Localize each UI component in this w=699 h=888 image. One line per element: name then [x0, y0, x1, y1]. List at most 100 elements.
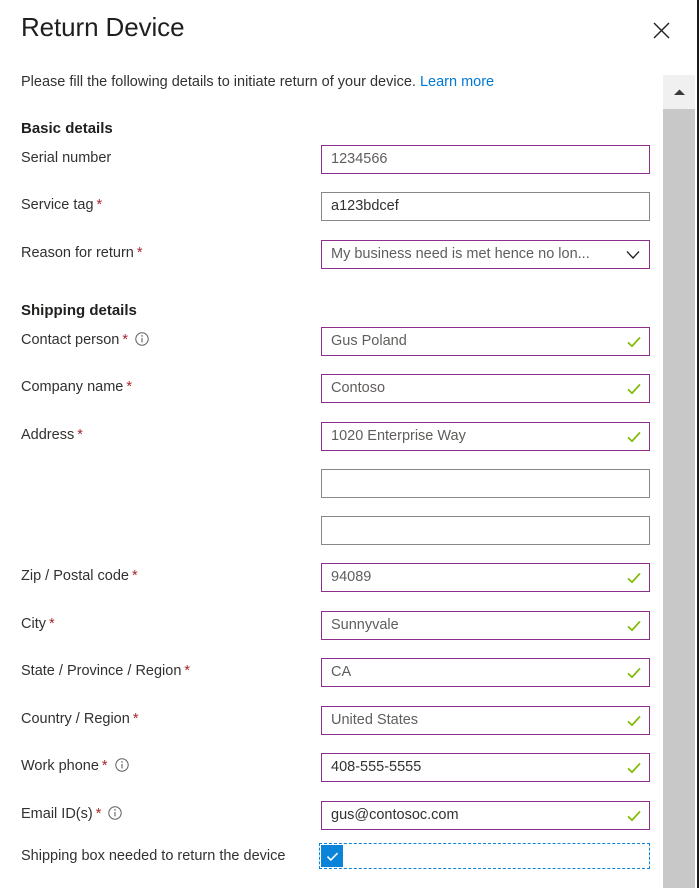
country-region-input[interactable]: United States	[321, 706, 650, 735]
required-asterisk: *	[101, 758, 108, 774]
form-row-service-tag: Service tag * a123bdcef	[0, 192, 697, 222]
shipping-box-checkbox[interactable]	[321, 845, 343, 867]
work-phone-input[interactable]: 408-555-5555	[321, 753, 650, 782]
chevron-up-icon	[673, 88, 686, 97]
required-asterisk: *	[77, 427, 83, 443]
scrollbar-up-button[interactable]	[663, 75, 695, 109]
valid-check-icon	[626, 808, 642, 824]
scrollbar-thumb[interactable]	[663, 109, 695, 888]
address-line3-input[interactable]	[321, 516, 650, 545]
address-line1-input[interactable]: 1020 Enterprise Way	[321, 422, 650, 451]
contact-person-value: Gus Poland	[331, 333, 407, 349]
contact-person-input[interactable]: Gus Poland	[321, 327, 650, 356]
address-line2-input[interactable]	[321, 469, 650, 498]
label-zip-postal-code: Zip / Postal code *	[21, 568, 138, 584]
email-ids-value: gus@contosoc.com	[331, 807, 459, 823]
serial-number-value: 1234566	[331, 151, 388, 167]
return-device-dialog: Return Device Please fill the following …	[0, 0, 699, 888]
required-asterisk: *	[95, 806, 102, 822]
required-asterisk: *	[132, 711, 139, 727]
form-row-serial-number: Serial number 1234566	[0, 145, 697, 175]
label-reason-for-return: Reason for return *	[21, 245, 143, 261]
valid-check-icon	[626, 381, 642, 397]
label-service-tag: Service tag *	[21, 197, 102, 213]
form-row-work-phone: Work phone * 408-555-5555	[0, 753, 697, 783]
state-province-region-value: CA	[331, 664, 352, 680]
form-row-shipping-box: Shipping box needed to return the device	[0, 843, 697, 873]
valid-check-icon	[626, 665, 642, 681]
required-asterisk: *	[48, 616, 55, 632]
form-row-country-region: Country / Region * United States	[0, 706, 697, 736]
label-text: Address	[21, 427, 75, 443]
label-text: Reason for return	[21, 245, 134, 261]
checkmark-icon	[325, 849, 340, 864]
required-asterisk: *	[126, 379, 133, 395]
required-asterisk: *	[136, 245, 143, 261]
dialog-header: Return Device	[0, 0, 697, 62]
required-asterisk: *	[184, 663, 191, 679]
label-country-region: Country / Region *	[21, 711, 138, 727]
section-heading-basic-details: Basic details	[21, 120, 113, 137]
zip-postal-code-value: 94089	[331, 569, 372, 585]
form-row-city: City * Sunnyvale	[0, 611, 697, 641]
dialog-subtitle: Please fill the following details to ini…	[21, 74, 494, 90]
city-input[interactable]: Sunnyvale	[321, 611, 650, 640]
valid-check-icon	[626, 618, 642, 634]
required-asterisk: *	[96, 197, 103, 213]
section-heading-shipping-details: Shipping details	[21, 302, 137, 319]
country-region-value: United States	[331, 712, 419, 728]
form-row-state-province-region: State / Province / Region * CA	[0, 658, 697, 688]
form-row-zip-postal-code: Zip / Postal code * 94089	[0, 563, 697, 593]
label-work-phone: Work phone *	[21, 758, 129, 774]
label-text: City	[21, 616, 46, 632]
label-shipping-box-needed: Shipping box needed to return the device	[21, 848, 286, 864]
label-company-name: Company name *	[21, 379, 132, 395]
form-row-contact-person: Contact person * Gus Poland	[0, 327, 697, 357]
email-ids-input[interactable]: gus@contosoc.com	[321, 801, 650, 830]
label-text: Zip / Postal code	[21, 568, 129, 584]
city-value: Sunnyvale	[331, 617, 399, 633]
valid-check-icon	[626, 570, 642, 586]
label-city: City *	[21, 616, 55, 632]
company-name-input[interactable]: Contoso	[321, 374, 650, 403]
label-text: Service tag	[21, 197, 94, 213]
work-phone-value: 408-555-5555	[331, 759, 422, 775]
label-text: Email ID(s)	[21, 806, 93, 822]
valid-check-icon	[626, 334, 642, 350]
chevron-down-icon	[626, 250, 640, 260]
label-email-ids: Email ID(s) *	[21, 806, 123, 822]
required-asterisk: *	[132, 568, 138, 584]
info-icon[interactable]	[135, 332, 149, 346]
info-icon[interactable]	[108, 806, 123, 820]
vertical-scrollbar[interactable]	[663, 75, 695, 888]
shipping-box-focus-outline	[319, 843, 650, 869]
close-icon	[653, 22, 670, 39]
form-row-address-line2	[0, 469, 697, 499]
info-icon[interactable]	[114, 758, 129, 772]
label-text: Contact person	[21, 332, 120, 348]
subtitle-text: Please fill the following details to ini…	[21, 74, 416, 90]
service-tag-input[interactable]: a123bdcef	[321, 192, 650, 221]
close-button[interactable]	[648, 17, 674, 43]
form-row-email-ids: Email ID(s) * gus@contosoc.com	[0, 801, 697, 831]
form-row-address: Address * 1020 Enterprise Way	[0, 422, 697, 452]
reason-for-return-dropdown[interactable]: My business need is met hence no lon...	[321, 240, 650, 269]
serial-number-input[interactable]: 1234566	[321, 145, 650, 174]
label-text: Work phone	[21, 758, 99, 774]
form-row-company-name: Company name * Contoso	[0, 374, 697, 404]
zip-postal-code-input[interactable]: 94089	[321, 563, 650, 592]
label-text: State / Province / Region	[21, 663, 182, 679]
learn-more-link[interactable]: Learn more	[420, 74, 494, 90]
state-province-region-input[interactable]: CA	[321, 658, 650, 687]
label-text: Country / Region	[21, 711, 130, 727]
address-line1-value: 1020 Enterprise Way	[331, 428, 466, 444]
valid-check-icon	[626, 760, 642, 776]
form-row-address-line3	[0, 516, 697, 546]
valid-check-icon	[626, 713, 642, 729]
required-asterisk: *	[122, 332, 128, 348]
label-contact-person: Contact person *	[21, 332, 149, 348]
label-address: Address *	[21, 427, 83, 443]
form-row-reason-for-return: Reason for return * My business need is m…	[0, 240, 697, 270]
label-text: Company name	[21, 379, 124, 395]
page-title: Return Device	[21, 12, 185, 42]
